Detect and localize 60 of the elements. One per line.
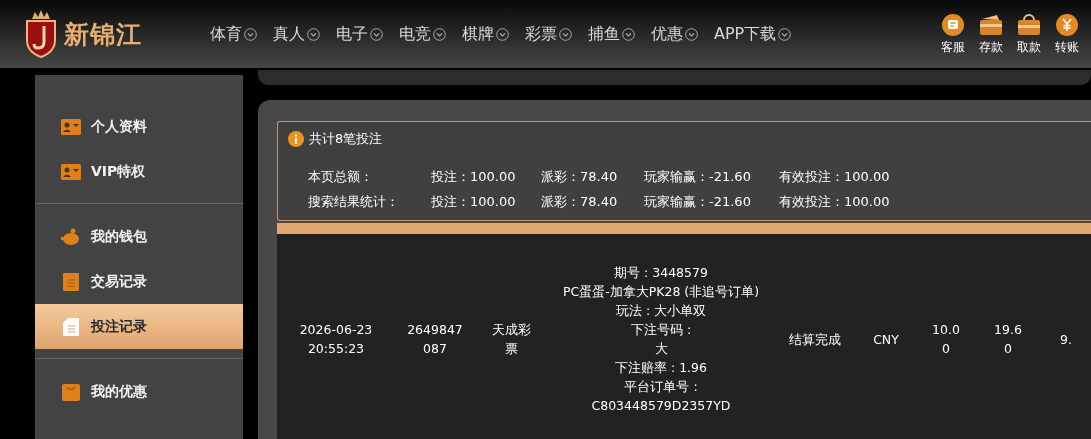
table-cell-text: 天成彩 票 <box>490 321 532 358</box>
summary-label: 搜索结果统计： <box>308 192 400 211</box>
header-action-button[interactable]: 取款 <box>1013 12 1045 56</box>
chevron-down-icon <box>307 27 320 41</box>
wallet-icon <box>978 12 1004 37</box>
table-cell-text: 结算完成 <box>788 330 842 349</box>
chevron-down-icon <box>496 27 509 41</box>
table-cell-text: 10.0 0 <box>931 321 961 358</box>
chevron-down-icon <box>370 27 383 41</box>
list-document-icon <box>61 272 81 291</box>
sidebar-item[interactable]: 个人资料 <box>35 104 243 149</box>
payout-total: 派彩：78.40 <box>541 167 619 186</box>
piggy-bank-icon <box>61 227 81 246</box>
bet-total: 投注：100.00 <box>431 192 517 211</box>
valid-bet-total: 有效投注：100.00 <box>779 167 890 186</box>
table-cell-text: 期号 : 3448579 PC蛋蛋-加拿大PK28 (非追号订单) 玩法 : 大小单双 下注号码 : 大 下注赔率 : 1.96 平台订单号 : C803448579D2357YD <box>561 264 761 415</box>
chevron-down-icon <box>778 27 792 41</box>
sidebar-item[interactable]: 交易记录 <box>35 259 243 304</box>
bet-total: 投注：100.00 <box>431 167 517 186</box>
shopping-bag-icon <box>61 382 81 401</box>
yuan-coin-icon <box>1055 12 1079 37</box>
table-cell-text: CNY <box>872 330 900 349</box>
win-loss-total: 玩家输赢：-21.60 <box>644 167 752 186</box>
nav-link[interactable]: 真人 <box>273 23 320 45</box>
sidebar-item[interactable]: 我的优惠 <box>35 369 243 414</box>
bank-card-icon <box>1016 12 1042 37</box>
nav-link[interactable]: 电子 <box>336 23 383 45</box>
document-icon <box>61 317 81 336</box>
nav-link[interactable]: 体育 <box>210 23 257 45</box>
valid-bet-total: 有效投注：100.00 <box>779 192 890 211</box>
chevron-down-icon <box>433 27 446 41</box>
table-cell-text: 19.6 0 <box>993 321 1023 358</box>
sidebar-item[interactable]: 投注记录 <box>35 304 243 349</box>
payout-total: 派彩：78.40 <box>541 192 619 211</box>
chevron-down-icon <box>559 27 572 41</box>
id-card-icon <box>61 163 81 180</box>
info-icon <box>288 131 304 147</box>
header-action-button[interactable]: 存款 <box>975 12 1007 56</box>
nav-link[interactable]: 捕鱼 <box>588 23 635 45</box>
table-cell-text: 9. <box>1059 330 1073 349</box>
nav-link[interactable]: 彩票 <box>525 23 572 45</box>
nav-link[interactable]: 棋牌 <box>462 23 509 45</box>
sidebar-item[interactable]: 我的钱包 <box>35 214 243 259</box>
summary-label: 本页总额： <box>308 167 374 186</box>
table-cell-text: 2026-06-23 20:55:23 <box>298 321 374 358</box>
chevron-down-icon <box>622 27 635 41</box>
header-action-button[interactable]: 客服 <box>937 12 969 56</box>
chevron-down-icon <box>685 27 698 41</box>
id-card-icon <box>61 118 81 135</box>
chevron-down-icon <box>244 27 257 41</box>
nav-link[interactable]: APP下载 <box>714 23 792 45</box>
chat-icon <box>941 12 965 37</box>
nav-link[interactable]: 优惠 <box>651 23 698 45</box>
sidebar-item[interactable]: VIP特权 <box>35 149 243 194</box>
nav-link[interactable]: 电竞 <box>399 23 446 45</box>
brand-name[interactable]: 新锦江 <box>64 17 142 51</box>
table-cell-text: 2649847 087 <box>406 321 464 358</box>
summary-title: 共计8笔投注 <box>309 130 383 148</box>
header-action-button[interactable]: 转账 <box>1051 12 1083 56</box>
win-loss-total: 玩家输赢：-21.60 <box>644 192 752 211</box>
